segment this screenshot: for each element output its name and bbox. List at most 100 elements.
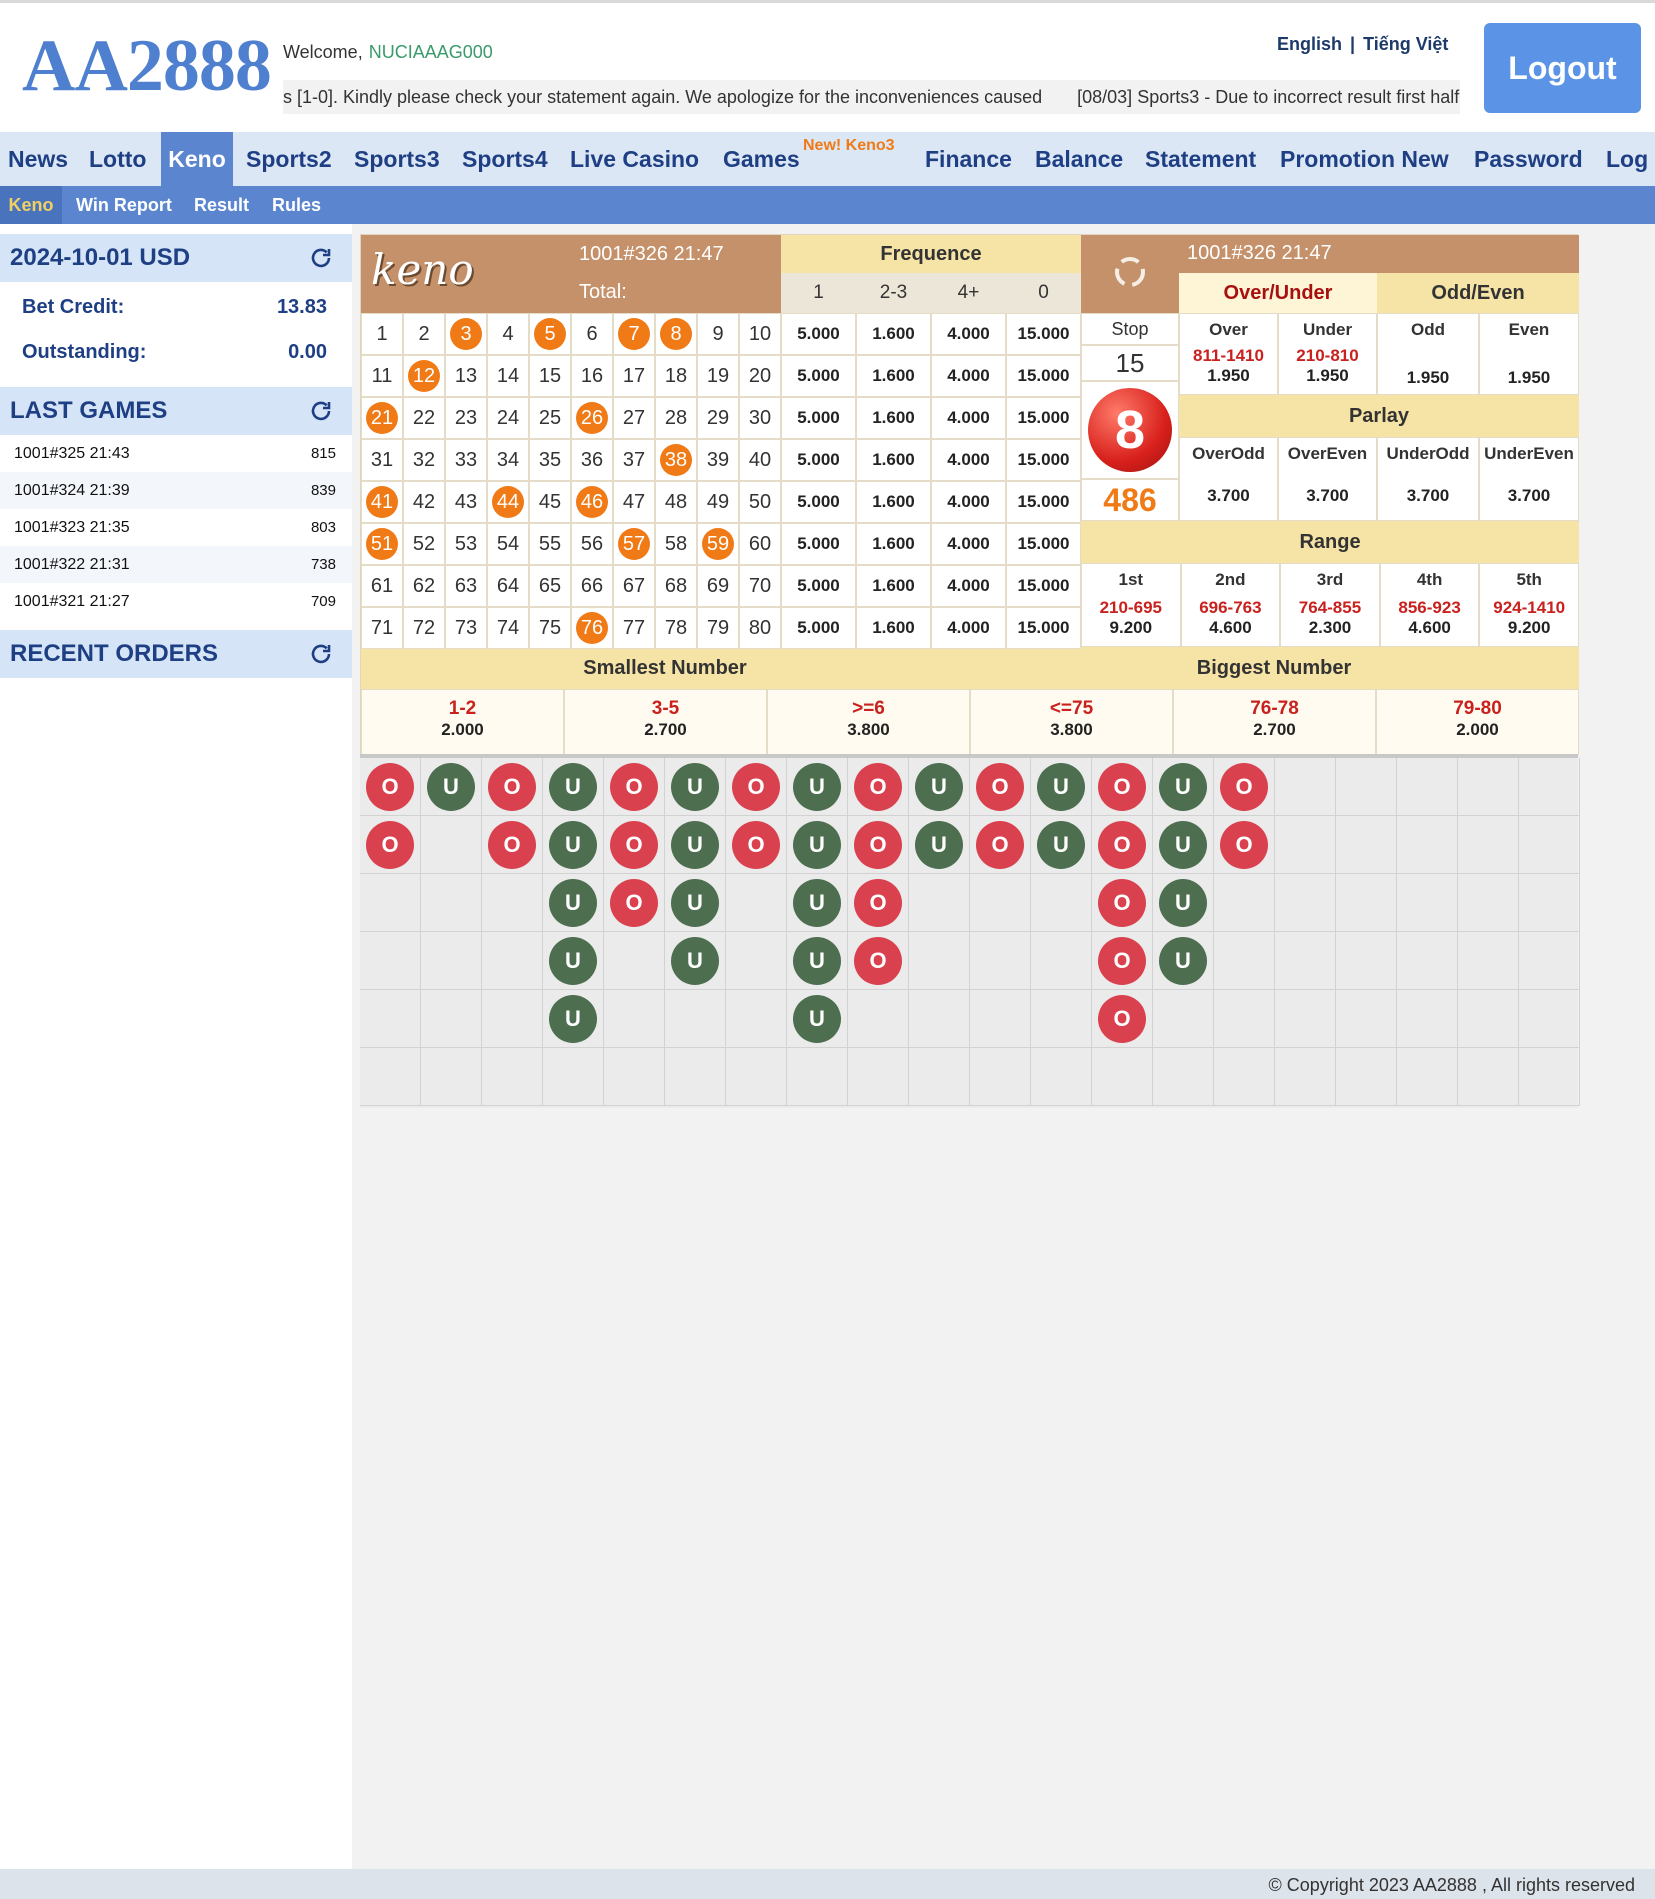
refresh-icon[interactable] bbox=[308, 642, 334, 666]
frequence-odds-cell[interactable]: 15.000 bbox=[1006, 439, 1081, 481]
keno-number-cell[interactable]: 73 bbox=[445, 607, 487, 649]
nav-statement[interactable]: Statement bbox=[1145, 132, 1256, 186]
nav-balance[interactable]: Balance bbox=[1035, 132, 1123, 186]
keno-number-cell[interactable]: 23 bbox=[445, 397, 487, 439]
frequence-odds-cell[interactable]: 5.000 bbox=[781, 523, 856, 565]
keno-number-cell[interactable]: 19 bbox=[697, 355, 739, 397]
nav-games[interactable]: Games bbox=[723, 132, 800, 186]
keno-number-cell[interactable]: 50 bbox=[739, 481, 781, 523]
frequence-odds-cell[interactable]: 5.000 bbox=[781, 355, 856, 397]
keno-number-cell[interactable]: 35 bbox=[529, 439, 571, 481]
parlay-cell[interactable]: UnderOdd 3.700 bbox=[1377, 437, 1479, 521]
subnav-rules[interactable]: Rules bbox=[272, 186, 321, 224]
keno-number-cell[interactable]: 43 bbox=[445, 481, 487, 523]
keno-number-cell[interactable]: 58 bbox=[655, 523, 697, 565]
keno-number-cell[interactable]: 68 bbox=[655, 565, 697, 607]
frequence-odds-cell[interactable]: 15.000 bbox=[1006, 565, 1081, 607]
frequence-odds-cell[interactable]: 15.000 bbox=[1006, 397, 1081, 439]
keno-number-cell[interactable]: 4 bbox=[487, 313, 529, 355]
lang-english[interactable]: English bbox=[1277, 34, 1342, 54]
frequence-odds-cell[interactable]: 4.000 bbox=[931, 481, 1006, 523]
keno-number-cell[interactable]: 21 bbox=[361, 397, 403, 439]
refresh-icon[interactable] bbox=[308, 246, 334, 270]
keno-number-cell[interactable]: 62 bbox=[403, 565, 445, 607]
keno-number-cell[interactable]: 66 bbox=[571, 565, 613, 607]
frequence-odds-cell[interactable]: 1.600 bbox=[856, 355, 931, 397]
nav-sports3[interactable]: Sports3 bbox=[354, 132, 440, 186]
nav-finance[interactable]: Finance bbox=[925, 132, 1012, 186]
parlay-cell[interactable]: OverOdd 3.700 bbox=[1179, 437, 1278, 521]
keno-number-cell[interactable]: 24 bbox=[487, 397, 529, 439]
keno-number-cell[interactable]: 6 bbox=[571, 313, 613, 355]
ou-cell-odd[interactable]: Odd 1.950 bbox=[1377, 313, 1479, 395]
keno-number-cell[interactable]: 53 bbox=[445, 523, 487, 565]
nav-sports4[interactable]: Sports4 bbox=[462, 132, 548, 186]
frequence-odds-cell[interactable]: 1.600 bbox=[856, 397, 931, 439]
last-game-row[interactable]: 1001#325 21:43 815 bbox=[0, 435, 352, 472]
keno-number-cell[interactable]: 46 bbox=[571, 481, 613, 523]
range-cell[interactable]: 3rd 764-855 2.300 bbox=[1280, 563, 1380, 647]
keno-number-cell[interactable]: 44 bbox=[487, 481, 529, 523]
keno-number-cell[interactable]: 9 bbox=[697, 313, 739, 355]
sb-cell[interactable]: >=6 3.800 bbox=[767, 689, 970, 755]
subnav-win-report[interactable]: Win Report bbox=[76, 186, 172, 224]
frequence-odds-cell[interactable]: 1.600 bbox=[856, 313, 931, 355]
keno-number-cell[interactable]: 59 bbox=[697, 523, 739, 565]
keno-number-cell[interactable]: 3 bbox=[445, 313, 487, 355]
frequence-odds-cell[interactable]: 1.600 bbox=[856, 607, 931, 649]
frequence-odds-cell[interactable]: 5.000 bbox=[781, 397, 856, 439]
keno-number-cell[interactable]: 12 bbox=[403, 355, 445, 397]
keno-number-cell[interactable]: 57 bbox=[613, 523, 655, 565]
ou-cell-under[interactable]: Under 210-810 1.950 bbox=[1278, 313, 1377, 395]
nav-promotion[interactable]: Promotion New bbox=[1280, 132, 1449, 186]
range-cell[interactable]: 1st 210-695 9.200 bbox=[1081, 563, 1181, 647]
keno-number-cell[interactable]: 39 bbox=[697, 439, 739, 481]
keno-number-cell[interactable]: 51 bbox=[361, 523, 403, 565]
keno-number-cell[interactable]: 52 bbox=[403, 523, 445, 565]
refresh-icon[interactable] bbox=[308, 399, 334, 423]
frequence-odds-cell[interactable]: 4.000 bbox=[931, 523, 1006, 565]
frequence-odds-cell[interactable]: 15.000 bbox=[1006, 481, 1081, 523]
frequence-odds-cell[interactable]: 4.000 bbox=[931, 313, 1006, 355]
keno-number-cell[interactable]: 48 bbox=[655, 481, 697, 523]
frequence-odds-cell[interactable]: 5.000 bbox=[781, 481, 856, 523]
keno-number-cell[interactable]: 72 bbox=[403, 607, 445, 649]
sb-cell[interactable]: 79-80 2.000 bbox=[1376, 689, 1579, 755]
frequence-odds-cell[interactable]: 1.600 bbox=[856, 523, 931, 565]
keno-number-cell[interactable]: 22 bbox=[403, 397, 445, 439]
keno-number-cell[interactable]: 20 bbox=[739, 355, 781, 397]
keno-number-cell[interactable]: 37 bbox=[613, 439, 655, 481]
last-game-row[interactable]: 1001#324 21:39 839 bbox=[0, 472, 352, 509]
keno-number-cell[interactable]: 11 bbox=[361, 355, 403, 397]
keno-number-cell[interactable]: 45 bbox=[529, 481, 571, 523]
frequence-odds-cell[interactable]: 5.000 bbox=[781, 565, 856, 607]
sb-cell[interactable]: 76-78 2.700 bbox=[1173, 689, 1376, 755]
last-game-row[interactable]: 1001#323 21:35 803 bbox=[0, 509, 352, 546]
keno-number-cell[interactable]: 32 bbox=[403, 439, 445, 481]
frequence-odds-cell[interactable]: 15.000 bbox=[1006, 523, 1081, 565]
keno-number-cell[interactable]: 17 bbox=[613, 355, 655, 397]
keno-number-cell[interactable]: 78 bbox=[655, 607, 697, 649]
keno-number-cell[interactable]: 1 bbox=[361, 313, 403, 355]
keno-number-cell[interactable]: 69 bbox=[697, 565, 739, 607]
keno-number-cell[interactable]: 56 bbox=[571, 523, 613, 565]
keno-number-cell[interactable]: 79 bbox=[697, 607, 739, 649]
frequence-odds-cell[interactable]: 4.000 bbox=[931, 439, 1006, 481]
keno-number-cell[interactable]: 77 bbox=[613, 607, 655, 649]
nav-news[interactable]: News bbox=[8, 132, 68, 186]
frequence-odds-cell[interactable]: 1.600 bbox=[856, 565, 931, 607]
parlay-cell[interactable]: OverEven 3.700 bbox=[1278, 437, 1377, 521]
frequence-odds-cell[interactable]: 1.600 bbox=[856, 439, 931, 481]
subnav-keno[interactable]: Keno bbox=[0, 186, 62, 224]
keno-number-cell[interactable]: 27 bbox=[613, 397, 655, 439]
site-logo[interactable]: AA2888 bbox=[22, 26, 272, 106]
keno-number-cell[interactable]: 29 bbox=[697, 397, 739, 439]
subnav-result[interactable]: Result bbox=[194, 186, 249, 224]
keno-number-cell[interactable]: 70 bbox=[739, 565, 781, 607]
frequence-odds-cell[interactable]: 4.000 bbox=[931, 565, 1006, 607]
sb-cell[interactable]: <=75 3.800 bbox=[970, 689, 1173, 755]
frequence-odds-cell[interactable]: 5.000 bbox=[781, 439, 856, 481]
keno-number-cell[interactable]: 60 bbox=[739, 523, 781, 565]
nav-keno[interactable]: Keno bbox=[161, 132, 233, 186]
keno-number-cell[interactable]: 42 bbox=[403, 481, 445, 523]
